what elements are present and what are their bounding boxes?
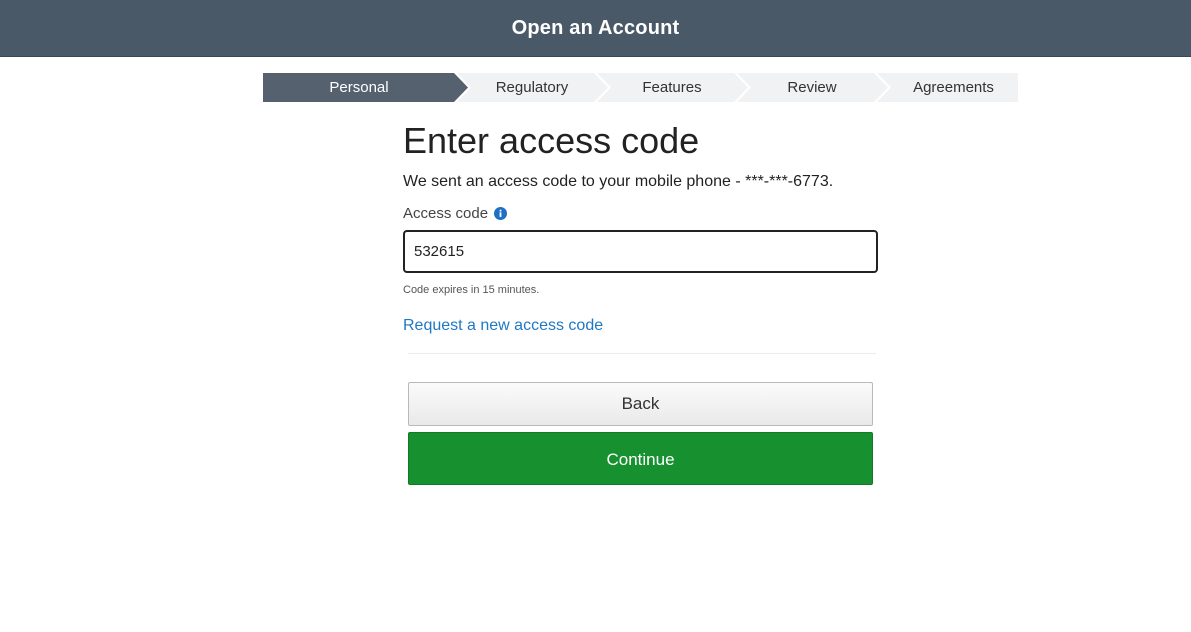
access-code-label: Access code (403, 205, 489, 222)
page-header-title: Open an Account (511, 16, 680, 39)
step-features: Features (642, 79, 702, 96)
continue-button[interactable]: Continue (408, 432, 873, 485)
code-expiry-hint: Code expires in 15 minutes. (403, 284, 540, 296)
progress-steps: Personal Regulatory Features Review Agre… (263, 73, 1018, 102)
info-icon[interactable] (494, 207, 508, 220)
divider (408, 353, 876, 354)
access-code-label-row: Access code (403, 205, 508, 222)
step-personal: Personal (329, 79, 389, 96)
request-new-code-link[interactable]: Request a new access code (403, 317, 603, 335)
back-button[interactable]: Back (408, 382, 873, 426)
header-bar: Open an Account (0, 0, 1191, 57)
step-regulatory: Regulatory (495, 79, 569, 96)
access-code-input[interactable] (403, 230, 878, 273)
step-review: Review (787, 79, 837, 96)
code-sent-message: We sent an access code to your mobile ph… (403, 173, 834, 190)
page-title: Enter access code (403, 120, 700, 161)
access-code-form: Enter access code We sent an access code… (403, 118, 883, 485)
step-agreements: Agreements (913, 79, 994, 96)
